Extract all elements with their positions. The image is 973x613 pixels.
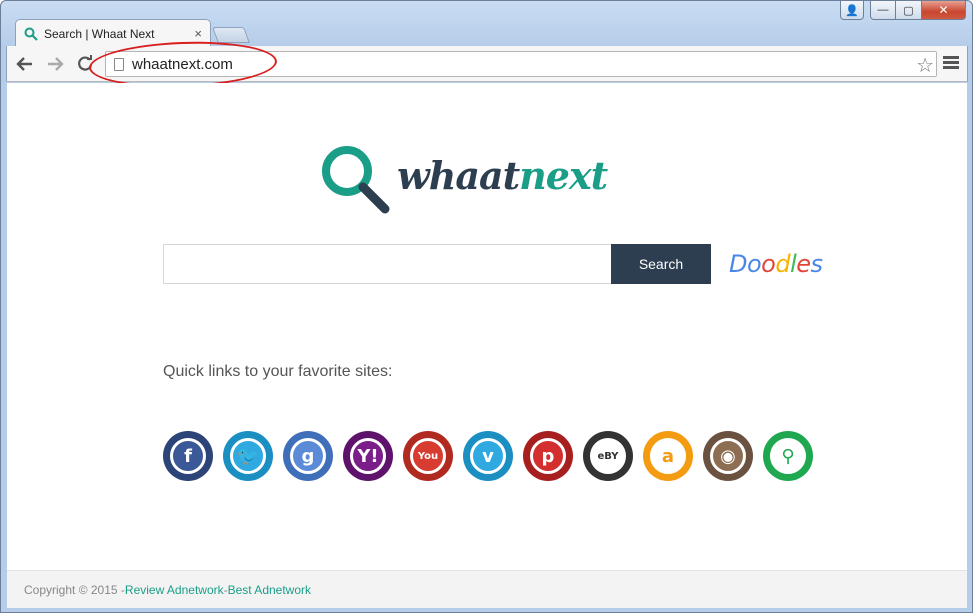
search-row: Search Doodles bbox=[163, 244, 823, 284]
browser-window: 👤 — ▢ ✕ Search | Whaat Next × whaatnext.… bbox=[0, 0, 973, 613]
maximize-button[interactable]: ▢ bbox=[896, 1, 922, 20]
footer-link-best-adnetwork[interactable]: Best Adnetwork bbox=[228, 583, 311, 597]
search-button[interactable]: Search bbox=[611, 244, 711, 284]
reload-icon[interactable] bbox=[73, 52, 97, 76]
window-controls: 👤 — ▢ ✕ bbox=[840, 1, 966, 21]
magnifier-logo-icon bbox=[322, 146, 390, 214]
youtube-icon[interactable]: You bbox=[403, 431, 453, 481]
logo-wordmark: whaatnext bbox=[397, 153, 608, 198]
tab-close-icon[interactable]: × bbox=[194, 26, 202, 41]
bookmark-star-icon[interactable]: ☆ bbox=[916, 53, 934, 78]
yahoo-icon[interactable]: Y! bbox=[343, 431, 393, 481]
browser-tab[interactable]: Search | Whaat Next × bbox=[15, 19, 211, 47]
doodles-link[interactable]: Doodles bbox=[729, 250, 823, 278]
footer: Copyright © 2015 - Review Adnetwork - Be… bbox=[7, 570, 967, 608]
browser-toolbar: whaatnext.com ☆ bbox=[6, 46, 968, 82]
tab-title: Search | Whaat Next bbox=[44, 26, 155, 41]
ebay-icon[interactable]: eBY bbox=[583, 431, 633, 481]
site-logo[interactable]: whaatnext bbox=[319, 143, 659, 217]
footer-link-review-adnetwork[interactable]: Review Adnetwork bbox=[125, 583, 224, 597]
pinterest-icon[interactable]: p bbox=[523, 431, 573, 481]
url-text: whaatnext.com bbox=[132, 55, 233, 73]
user-icon[interactable]: 👤 bbox=[840, 1, 864, 20]
page-icon bbox=[114, 57, 124, 71]
vimeo-icon[interactable]: v bbox=[463, 431, 513, 481]
new-tab-button[interactable] bbox=[212, 27, 250, 43]
amazon-icon[interactable]: a bbox=[643, 431, 693, 481]
whaatnext-icon[interactable]: ⚲ bbox=[763, 431, 813, 481]
page-viewport: whaatnext Search Doodles Quick links to … bbox=[7, 83, 967, 608]
quick-links: f 🐦 g Y! You v p eBY a ◉ ⚲ bbox=[163, 431, 823, 481]
address-bar[interactable]: whaatnext.com ☆ bbox=[105, 51, 937, 77]
quick-links-label: Quick links to your favorite sites: bbox=[163, 363, 393, 380]
close-window-button[interactable]: ✕ bbox=[922, 1, 966, 20]
minimize-button[interactable]: — bbox=[870, 1, 896, 20]
back-icon[interactable] bbox=[13, 52, 37, 76]
facebook-icon[interactable]: f bbox=[163, 431, 213, 481]
instagram-icon[interactable]: ◉ bbox=[703, 431, 753, 481]
search-icon bbox=[24, 27, 38, 41]
menu-icon[interactable] bbox=[943, 54, 959, 74]
footer-copyright: Copyright © 2015 - bbox=[24, 582, 125, 597]
twitter-icon[interactable]: 🐦 bbox=[223, 431, 273, 481]
forward-icon[interactable] bbox=[43, 52, 67, 76]
search-input[interactable] bbox=[163, 244, 611, 284]
google-icon[interactable]: g bbox=[283, 431, 333, 481]
